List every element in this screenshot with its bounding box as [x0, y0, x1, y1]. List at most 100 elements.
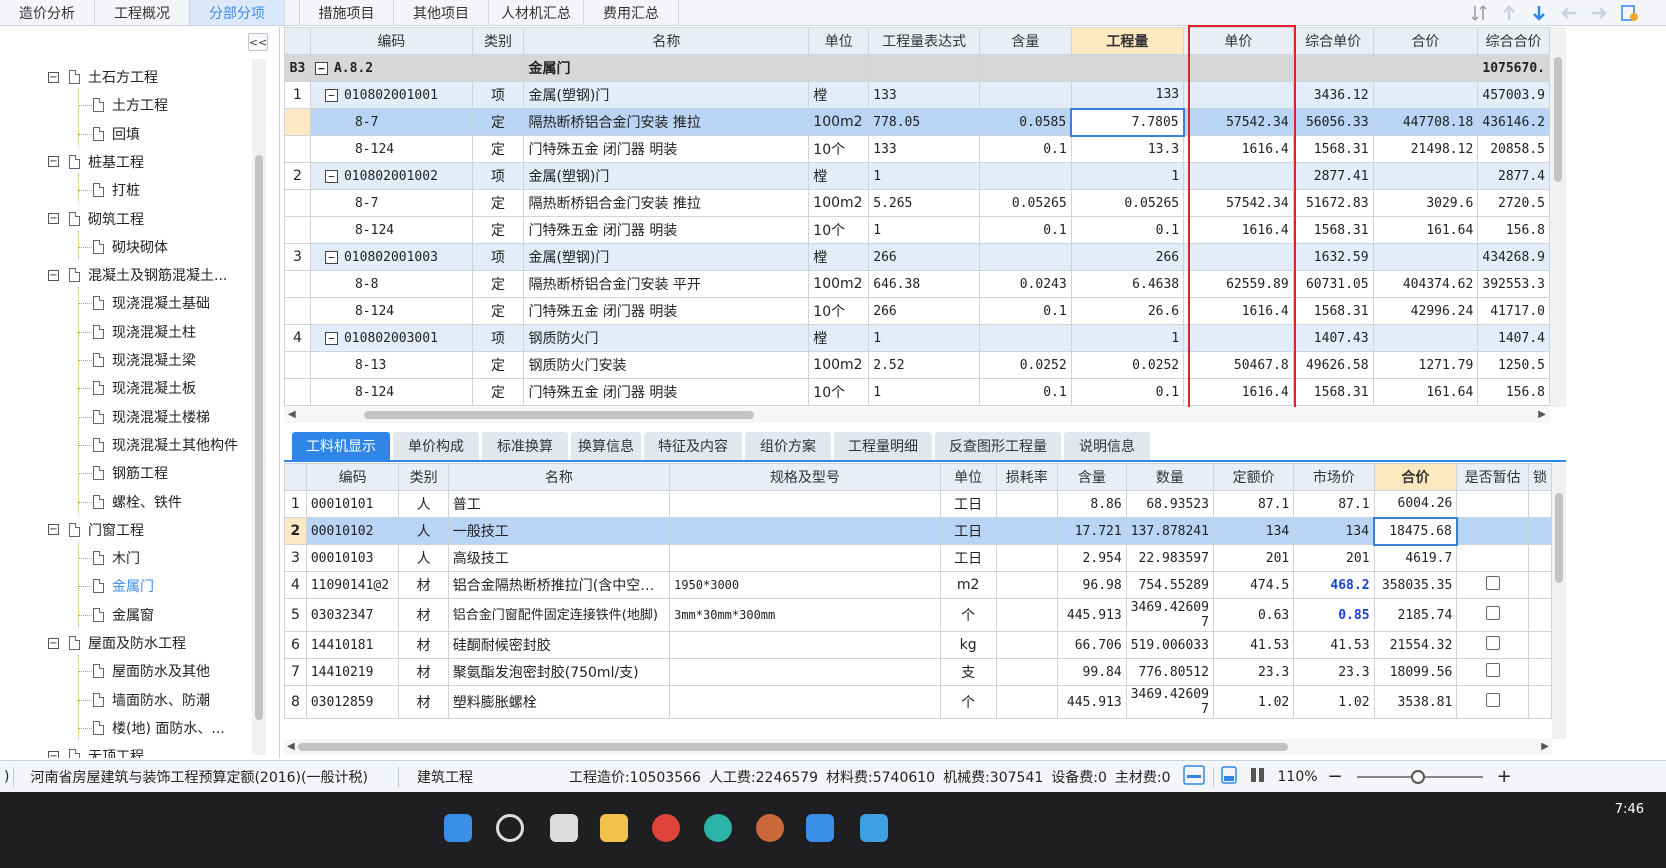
tree-scroll-thumb[interactable]	[255, 155, 263, 720]
amount-cell[interactable]: 358035.35	[1373, 571, 1458, 599]
lower-tab-7[interactable]: 反查图形工程量	[935, 432, 1061, 460]
amount-cell[interactable]: 3538.81	[1373, 685, 1458, 719]
provisional-checkbox[interactable]	[1485, 663, 1500, 677]
quota-price-cell[interactable]: 0.63	[1212, 598, 1295, 632]
loss-rate-cell[interactable]	[995, 598, 1058, 632]
lower-tab-6[interactable]: 工程量明细	[834, 432, 932, 460]
amount-cell[interactable]: 21498.12	[1372, 135, 1479, 163]
quota-price-cell[interactable]: 41.53	[1212, 631, 1295, 659]
grid-row[interactable]: 8-7 定隔热断桥铝合金门安装 推拉 100m2 5.265 0.05265 0.0526…	[284, 189, 1550, 217]
market-price-cell[interactable]: 87.1	[1293, 490, 1375, 518]
provisional-cell[interactable]	[1456, 685, 1529, 719]
quantity-cell[interactable]: 1	[1070, 162, 1185, 190]
resource-row[interactable]: 4 11090141@2 材铝合金隔热断桥推拉门(含中空… 1950*3000 m2 96…	[284, 571, 1552, 599]
file-explorer-icon[interactable]	[600, 814, 628, 842]
grid-row[interactable]: 8-7 定隔热断桥铝合金门安装 推拉 100m2 778.05 0.0585 7.7805…	[284, 107, 1550, 137]
type-cell[interactable]: 定	[471, 216, 525, 244]
tree-item[interactable]: 螺栓、铁件	[93, 488, 182, 516]
type-cell[interactable]: 材	[398, 571, 449, 599]
section-row[interactable]: B3− A.8.2 金属门 1075670.	[284, 54, 1550, 82]
spec-cell[interactable]: 3mm*30mm*300mm	[669, 598, 941, 632]
collapse-panel-button[interactable]: <<	[248, 33, 268, 51]
lower-vscroll-thumb[interactable]	[1555, 493, 1563, 583]
loss-rate-cell[interactable]	[995, 571, 1058, 599]
comprehensive-amount-cell[interactable]: 392553.3	[1477, 270, 1550, 298]
code-cell[interactable]: −010802001001	[309, 81, 473, 109]
lower-col-header[interactable]: 市场价	[1293, 463, 1375, 491]
comprehensive-amount-cell[interactable]: 156.8	[1477, 378, 1550, 406]
code-cell[interactable]: 8-7	[309, 108, 473, 136]
code-cell[interactable]: 14410181	[305, 631, 400, 659]
amount-cell[interactable]: 18099.56	[1373, 658, 1458, 686]
spec-cell[interactable]	[669, 631, 941, 659]
tree-item[interactable]: 现浇混凝土基础	[93, 289, 210, 317]
type-cell[interactable]: 人	[398, 544, 449, 572]
comprehensive-amount-cell[interactable]: 434268.9	[1477, 243, 1550, 271]
tree-item[interactable]: 现浇混凝土楼梯	[93, 403, 210, 431]
upper-col-header[interactable]: 综合合价	[1477, 27, 1550, 55]
collapse-icon[interactable]: −	[48, 269, 59, 281]
type-cell[interactable]: 材	[398, 658, 449, 686]
code-cell[interactable]: 8-8	[309, 270, 473, 298]
upper-col-header[interactable]: 单价	[1183, 27, 1294, 55]
unit-price-cell[interactable]	[1183, 162, 1294, 190]
zoom-slider[interactable]	[1356, 769, 1483, 784]
tree-item[interactable]: − 屋面及防水工程	[48, 629, 186, 657]
unit-cell[interactable]: 工日	[939, 517, 997, 545]
comprehensive-price-cell[interactable]: 1568.31	[1292, 378, 1374, 406]
name-cell[interactable]: 隔热断桥铝合金门安装 平开	[523, 270, 810, 298]
view-mode-icon[interactable]	[1214, 765, 1244, 789]
upper-hscroll-thumb[interactable]	[364, 411, 754, 419]
collapse-icon[interactable]: −	[48, 71, 59, 83]
comprehensive-price-cell[interactable]: 56056.33	[1292, 108, 1374, 136]
market-price-cell[interactable]: 134	[1293, 517, 1375, 545]
quantity-cell[interactable]: 0.1	[1070, 216, 1185, 244]
type-cell[interactable]: 材	[398, 685, 449, 719]
tree-item[interactable]: 屋面防水及其他	[93, 657, 210, 685]
tree-item[interactable]: 现浇混凝土柱	[93, 318, 196, 346]
unit-cell[interactable]: 樘	[808, 81, 870, 109]
lock-cell[interactable]	[1527, 544, 1552, 572]
unit-cell[interactable]: 樘	[808, 162, 870, 190]
comprehensive-amount-cell[interactable]: 1250.5	[1477, 351, 1550, 379]
amount-cell[interactable]: 6004.26	[1373, 490, 1458, 518]
tab-5[interactable]: 人材机汇总	[489, 0, 584, 25]
collapse-icon[interactable]: −	[314, 61, 328, 75]
comprehensive-price-cell[interactable]: 1632.59	[1292, 243, 1374, 271]
lower-col-header[interactable]: 数量	[1125, 463, 1214, 491]
type-cell[interactable]: 定	[471, 189, 525, 217]
quantity-cell[interactable]: 26.6	[1070, 297, 1185, 325]
type-cell[interactable]: 定	[471, 351, 525, 379]
quantity-cell[interactable]: 0.1	[1070, 378, 1185, 406]
upper-col-header[interactable]: 单位	[808, 27, 870, 55]
resource-row[interactable]: 7 14410219 材聚氨酯发泡密封胶(750ml/支) 支 99.84 776.805…	[284, 658, 1552, 686]
unit-price-cell[interactable]: 1616.4	[1183, 378, 1294, 406]
content-cell[interactable]: 0.0585	[979, 108, 1072, 136]
lower-col-header[interactable]: 锁	[1527, 463, 1552, 491]
market-price-cell[interactable]: 468.2	[1293, 571, 1375, 599]
unit-price-cell[interactable]: 1616.4	[1183, 216, 1294, 244]
quota-price-cell[interactable]: 474.5	[1212, 571, 1295, 599]
quota-price-cell[interactable]: 87.1	[1212, 490, 1295, 518]
comprehensive-amount-cell[interactable]: 457003.9	[1477, 81, 1550, 109]
loss-rate-cell[interactable]	[995, 517, 1058, 545]
content-cell[interactable]: 0.1	[979, 378, 1072, 406]
lower-col-header[interactable]: 损耗率	[995, 463, 1058, 491]
upper-col-header[interactable]: 工程量表达式	[868, 27, 981, 55]
name-cell[interactable]: 金属(塑钢)门	[523, 243, 810, 271]
grid-row[interactable]: 8-124 定门特殊五金 闭门器 明装 10个 1 0.1 0.1 1616.4 1568.3…	[284, 216, 1550, 244]
name-cell[interactable]: 铝合金隔热断桥推拉门(含中空…	[447, 571, 671, 599]
quantity-cell[interactable]: 1	[1070, 324, 1185, 352]
tree-item[interactable]: − 无顶工程	[48, 742, 144, 758]
resource-row[interactable]: 8 03012859 材塑料膨胀螺栓个 445.913 3469.426097 1.02 1…	[284, 685, 1552, 719]
type-cell[interactable]: 项	[471, 162, 525, 190]
lower-tab-4[interactable]: 特征及内容	[644, 432, 742, 460]
tree-item[interactable]: − 土石方工程	[48, 63, 158, 91]
code-cell[interactable]: 00010103	[305, 544, 400, 572]
type-cell[interactable]: 项	[471, 324, 525, 352]
unit-price-cell[interactable]: 50467.8	[1183, 351, 1294, 379]
amount-cell[interactable]: 161.64	[1372, 378, 1479, 406]
amount-cell[interactable]	[1372, 81, 1479, 109]
name-cell[interactable]: 金属(塑钢)门	[523, 81, 810, 109]
loss-rate-cell[interactable]	[995, 658, 1058, 686]
